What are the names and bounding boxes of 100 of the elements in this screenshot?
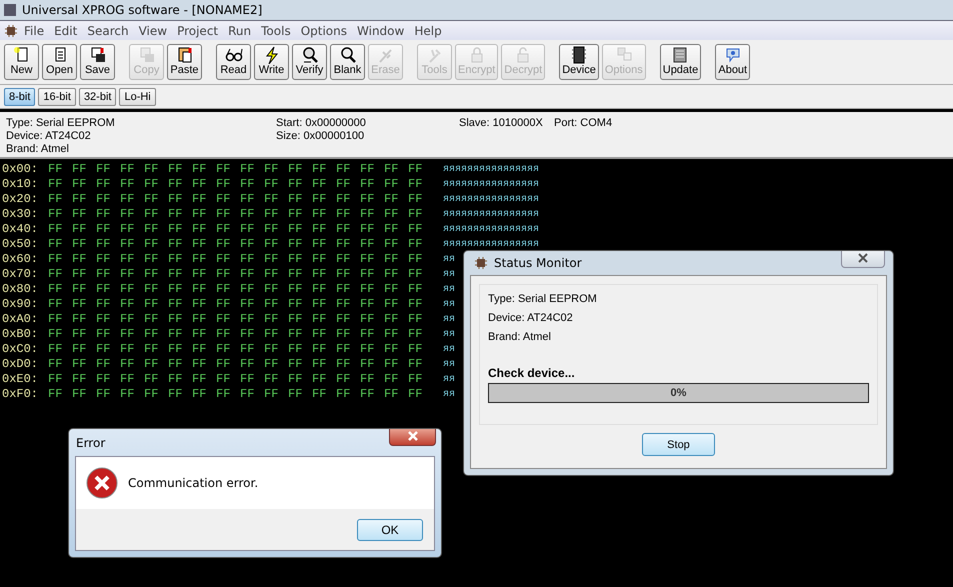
hex-byte: FF: [216, 282, 232, 297]
hex-byte: FF: [408, 357, 424, 372]
format-tab[interactable]: 32-bit: [78, 88, 116, 106]
hex-address: 0xA0:: [2, 312, 40, 327]
ascii-text: яяяяяяяяяяяяяяяя: [443, 163, 540, 177]
hex-byte: FF: [72, 177, 88, 192]
hex-byte: FF: [48, 312, 64, 327]
menu-item[interactable]: File: [20, 24, 48, 38]
menu-item[interactable]: Tools: [257, 24, 295, 38]
hex-byte: FF: [168, 162, 184, 177]
hex-byte: FF: [240, 282, 256, 297]
hex-byte: FF: [216, 387, 232, 402]
hex-byte: FF: [192, 207, 208, 222]
toolbar-icon: [12, 46, 30, 64]
hex-byte: FF: [168, 282, 184, 297]
toolbar-button[interactable]: About: [715, 44, 750, 80]
menu-item[interactable]: Help: [410, 24, 446, 38]
ascii-text: яя: [443, 343, 456, 357]
hex-byte: FF: [336, 207, 352, 222]
hex-byte: FF: [144, 192, 160, 207]
hex-byte: FF: [384, 252, 400, 267]
hex-byte: FF: [48, 207, 64, 222]
hex-byte: FF: [96, 192, 112, 207]
hex-byte: FF: [240, 192, 256, 207]
hex-byte: FF: [264, 267, 280, 282]
hex-byte: FF: [168, 312, 184, 327]
hex-byte: FF: [408, 222, 424, 237]
close-button[interactable]: [389, 429, 436, 446]
toolbar-button[interactable]: New: [4, 44, 39, 80]
format-tab[interactable]: 8-bit: [4, 88, 36, 106]
hex-byte: FF: [384, 207, 400, 222]
toolbar-button[interactable]: Paste: [167, 44, 202, 80]
toolbar-button[interactable]: Read: [216, 44, 251, 80]
hex-byte: FF: [360, 207, 376, 222]
hex-byte: FF: [168, 357, 184, 372]
menu-item[interactable]: Run: [224, 24, 256, 38]
toolbar-button[interactable]: Device: [559, 44, 599, 80]
error-message: Communication error.: [128, 476, 258, 490]
toolbar-button[interactable]: Update: [660, 44, 702, 80]
hex-byte: FF: [240, 327, 256, 342]
format-tab[interactable]: 16-bit: [38, 88, 76, 106]
hex-byte: FF: [360, 252, 376, 267]
hex-byte: FF: [264, 342, 280, 357]
toolbar-icon: [724, 46, 742, 64]
hex-byte: FF: [72, 237, 88, 252]
toolbar-button[interactable]: Verify: [292, 44, 327, 80]
hex-byte: FF: [312, 162, 328, 177]
close-button[interactable]: [841, 251, 885, 268]
hex-byte: FF: [168, 372, 184, 387]
ascii-text: яя: [443, 388, 456, 402]
toolbar-button[interactable]: Save: [80, 44, 115, 80]
hex-byte: FF: [312, 297, 328, 312]
hex-byte: FF: [312, 222, 328, 237]
dialog-title: Status Monitor: [494, 256, 582, 270]
menu-item[interactable]: View: [134, 24, 172, 38]
toolbar-button[interactable]: Open: [42, 44, 77, 80]
hex-byte: FF: [360, 192, 376, 207]
hex-byte: FF: [72, 252, 88, 267]
menu-item[interactable]: Window: [353, 24, 408, 38]
hex-byte: FF: [144, 177, 160, 192]
hex-address: 0x20:: [2, 192, 40, 207]
info-text: Slave: 1010000X: [459, 117, 544, 130]
hex-byte: FF: [216, 342, 232, 357]
hex-byte: FF: [192, 282, 208, 297]
hex-byte: FF: [408, 162, 424, 177]
toolbar-button[interactable]: Blank: [330, 44, 365, 80]
toolbar-button[interactable]: Write: [254, 44, 289, 80]
hex-byte: FF: [216, 267, 232, 282]
hex-byte: FF: [384, 327, 400, 342]
menu-item[interactable]: Search: [83, 24, 133, 38]
hex-byte: FF: [288, 372, 304, 387]
hex-byte: FF: [192, 372, 208, 387]
menu-item[interactable]: Edit: [50, 24, 82, 38]
hex-byte: FF: [96, 372, 112, 387]
hex-byte: FF: [240, 342, 256, 357]
format-tab[interactable]: Lo-Hi: [119, 88, 156, 106]
hex-byte: FF: [144, 222, 160, 237]
hex-byte: FF: [192, 387, 208, 402]
info-text: Port: COM4: [554, 117, 614, 130]
hex-byte: FF: [192, 312, 208, 327]
hex-byte: FF: [288, 282, 304, 297]
close-icon: [857, 253, 869, 263]
hex-byte: FF: [144, 267, 160, 282]
hex-byte: FF: [360, 237, 376, 252]
error-icon: [86, 467, 118, 499]
stop-button[interactable]: Stop: [642, 433, 715, 456]
hex-byte: FF: [312, 387, 328, 402]
hex-byte: FF: [408, 267, 424, 282]
hex-byte: FF: [120, 327, 136, 342]
hex-byte: FF: [336, 192, 352, 207]
hex-byte: FF: [72, 267, 88, 282]
ok-button[interactable]: OK: [357, 518, 423, 540]
info-text: Device: AT24C02: [6, 130, 92, 143]
hex-byte: FF: [192, 297, 208, 312]
hex-byte: FF: [264, 222, 280, 237]
menu-item[interactable]: Project: [173, 24, 222, 38]
menu-item[interactable]: Options: [296, 24, 352, 38]
hex-byte: FF: [120, 357, 136, 372]
hex-byte: FF: [288, 267, 304, 282]
hex-byte: FF: [96, 282, 112, 297]
